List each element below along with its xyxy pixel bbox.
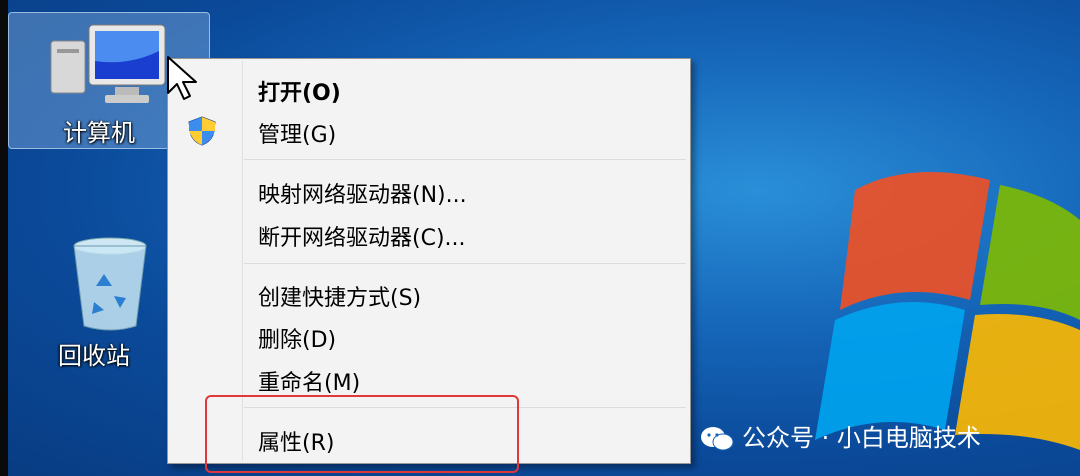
menu-item-manage[interactable]: 管理(G) [168,109,690,149]
menu-separator [244,263,686,264]
menu-separator [244,159,686,160]
menu-item-label: 断开网络驱动器(C)... [258,226,466,251]
menu-item-label: 删除(D) [258,328,337,353]
menu-item-rename[interactable]: 重命名(M) [168,357,690,397]
wechat-icon [701,427,734,451]
mouse-cursor-icon [167,56,197,100]
menu-item-label: 管理(G) [258,123,337,148]
menu-item-create-shortcut[interactable]: 创建快捷方式(S) [168,272,690,312]
recycle-bin-icon [73,237,147,331]
menu-item-label: 打开(O) [258,81,341,106]
menu-item-open[interactable]: 打开(O) [168,67,690,107]
menu-item-label: 映射网络驱动器(N)... [258,183,467,208]
watermark-text: 公众号 · 小白电脑技术 [742,424,981,452]
menu-item-disconnect-network-drive[interactable]: 断开网络驱动器(C)... [168,212,690,252]
uac-shield-icon [188,116,216,146]
menu-item-label: 创建快捷方式(S) [258,286,422,311]
annotation-highlight-box [205,395,519,473]
menu-item-label: 重命名(M) [258,371,361,396]
menu-item-map-network-drive[interactable]: 映射网络驱动器(N)... [168,169,690,209]
menu-item-delete[interactable]: 删除(D) [168,314,690,354]
computer-icon [50,24,166,103]
watermark: 公众号 · 小白电脑技术 [700,418,981,453]
